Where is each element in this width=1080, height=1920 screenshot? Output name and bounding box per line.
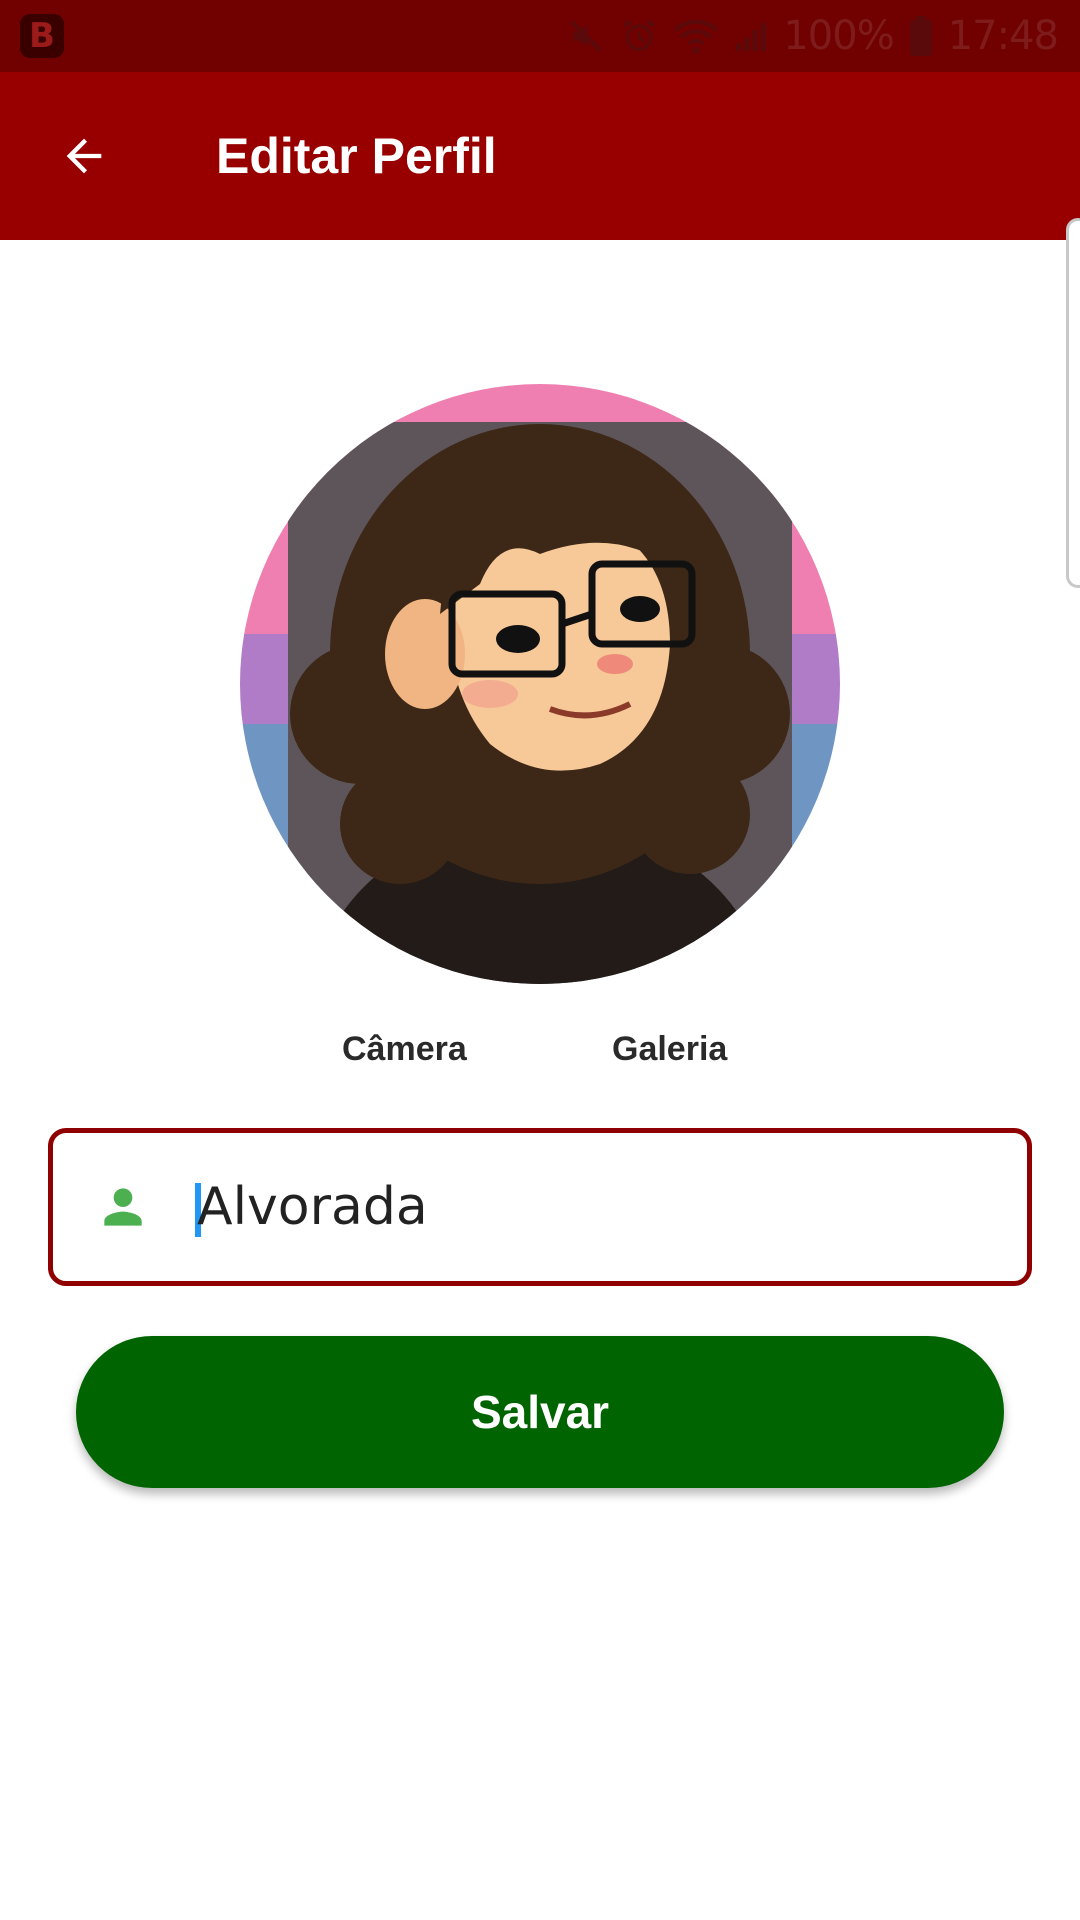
side-handle[interactable] <box>1066 218 1080 588</box>
save-button[interactable]: Salvar <box>76 1336 1004 1488</box>
status-icons: 100% 17:48 <box>567 13 1059 59</box>
app-bar: Editar Perfil <box>0 72 1080 240</box>
mute-icon <box>570 20 603 52</box>
app-notification-icon: B <box>20 14 64 58</box>
alarm-icon <box>623 19 656 51</box>
gallery-button[interactable]: Galeria <box>612 1030 727 1069</box>
person-icon <box>104 1188 142 1226</box>
battery-percent: 100% <box>783 13 894 59</box>
arrow-back-icon <box>66 138 102 174</box>
signal-icon <box>736 22 767 51</box>
camera-button[interactable]: Câmera <box>342 1030 467 1069</box>
photo-source-actions: Câmera Galeria <box>0 1030 1080 1086</box>
back-button[interactable] <box>52 124 116 188</box>
status-bar: B 100% 17:48 <box>0 0 1080 72</box>
clock: 17:48 <box>947 13 1059 59</box>
page-title: Editar Perfil <box>216 128 497 184</box>
wifi-icon <box>673 20 719 54</box>
name-input[interactable]: Alvorada <box>48 1128 1032 1286</box>
avatar-illustration <box>240 384 840 984</box>
profile-avatar[interactable] <box>240 384 840 984</box>
name-input-value: Alvorada <box>197 1177 428 1237</box>
battery-icon <box>909 16 932 56</box>
